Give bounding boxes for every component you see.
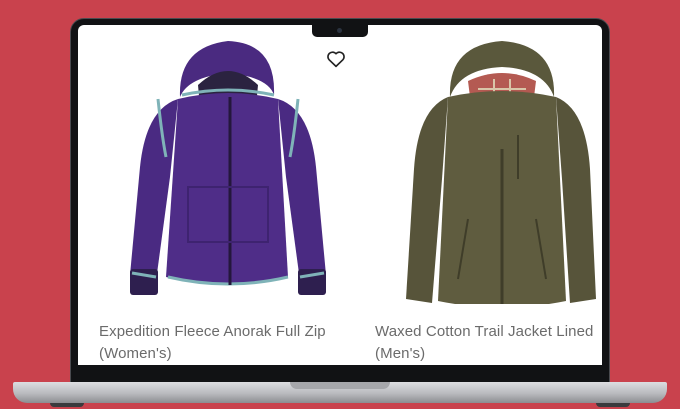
product-image-purple-jacket[interactable] [118, 37, 348, 305]
product-image-olive-jacket[interactable] [398, 39, 598, 304]
product-title-2[interactable]: Waxed Cotton Trail Jacket Lined (Men's) [375, 321, 593, 365]
product-grid-screen: Expedition Fleece Anorak Full Zip (Women… [78, 25, 602, 365]
product-title-1[interactable]: Expedition Fleece Anorak Full Zip (Women… [99, 321, 326, 365]
laptop-opening-notch [290, 382, 390, 389]
camera-icon [337, 28, 342, 33]
product-title-2-line1[interactable]: Waxed Cotton Trail Jacket Lined [375, 321, 593, 343]
laptop-foot-right [596, 403, 630, 407]
heart-outline-icon [327, 51, 345, 68]
product-title-1-line1[interactable]: Expedition Fleece Anorak Full Zip [99, 321, 326, 343]
product-title-2-line2[interactable]: (Men's) [375, 343, 593, 365]
product-title-1-line2[interactable]: (Women's) [99, 343, 326, 365]
camera-notch [312, 25, 368, 37]
laptop-foot-left [50, 403, 84, 407]
wishlist-button[interactable] [325, 49, 347, 69]
